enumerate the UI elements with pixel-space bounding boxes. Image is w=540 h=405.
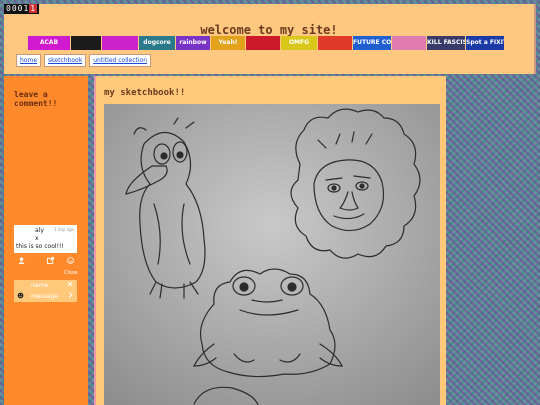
- web-button-0[interactable]: ACAB: [28, 36, 70, 50]
- hit-counter: 00011: [4, 4, 40, 14]
- nav-bar: home sketchbook untitled collection: [16, 54, 152, 67]
- comment-form: name message: [14, 280, 77, 302]
- name-field-placeholder: name: [31, 282, 49, 289]
- emoji-icon[interactable]: [17, 292, 24, 301]
- hit-counter-digits: 0001: [6, 4, 30, 13]
- web-button-12[interactable]: Spot a FIXIT call: [466, 36, 504, 50]
- sketch-drawing: [104, 104, 440, 405]
- web-button-1[interactable]: [71, 36, 101, 50]
- nav-link-home[interactable]: home: [16, 54, 42, 67]
- name-field[interactable]: name: [14, 280, 77, 290]
- comment-card: aly 1 day ago x this is so cool!!!: [14, 225, 77, 253]
- close-button[interactable]: Close: [64, 270, 78, 276]
- comment-sidebar: leave a comment!! aly 1 day ago x this i…: [4, 76, 88, 405]
- web-button-9[interactable]: FUTURE CORPS: [353, 36, 391, 50]
- message-field[interactable]: message: [14, 291, 77, 301]
- web-button-7[interactable]: OMFG: [281, 36, 317, 50]
- web-button-6[interactable]: [246, 36, 280, 50]
- web-button-8[interactable]: [318, 36, 352, 50]
- comment-author: aly: [35, 227, 44, 234]
- comment-x: x: [35, 235, 39, 242]
- web-button-11[interactable]: KILL FASCISTS: [427, 36, 465, 50]
- clear-name-icon[interactable]: [67, 281, 73, 289]
- comment-title: leave a comment!!: [14, 90, 58, 108]
- 88x31-buttons: ACAB dogcorerainbowYeah! OMFG FUTURE CORPS K…: [28, 36, 504, 50]
- comment-time: 1 day ago: [54, 227, 74, 232]
- comment-text: this is so cool!!!: [16, 243, 64, 250]
- site-title: welcome to my site!: [200, 23, 338, 37]
- sketchbook-photo: [104, 104, 440, 405]
- send-icon[interactable]: [68, 292, 73, 300]
- web-button-5[interactable]: Yeah!: [211, 36, 245, 50]
- web-button-3[interactable]: dogcore: [139, 36, 175, 50]
- external-link-icon[interactable]: [47, 257, 54, 266]
- web-button-4[interactable]: rainbow: [176, 36, 210, 50]
- message-field-placeholder: message: [31, 293, 58, 300]
- main-content: my sketchbook!!: [94, 76, 446, 405]
- page-title: my sketchbook!!: [104, 88, 186, 98]
- web-button-2[interactable]: [102, 36, 138, 50]
- hit-counter-last-digit: 1: [29, 4, 38, 13]
- nav-link-sketchbook[interactable]: sketchbook: [44, 54, 87, 67]
- site-header: welcome to my site! ACAB dogcore rainbow Ye…: [4, 4, 536, 74]
- web-button-10[interactable]: [392, 36, 426, 50]
- nav-link-untitled-collection[interactable]: untitled collection: [89, 54, 152, 67]
- comment-tools: [14, 257, 77, 265]
- user-icon[interactable]: [18, 257, 25, 266]
- smile-icon[interactable]: [67, 257, 74, 266]
